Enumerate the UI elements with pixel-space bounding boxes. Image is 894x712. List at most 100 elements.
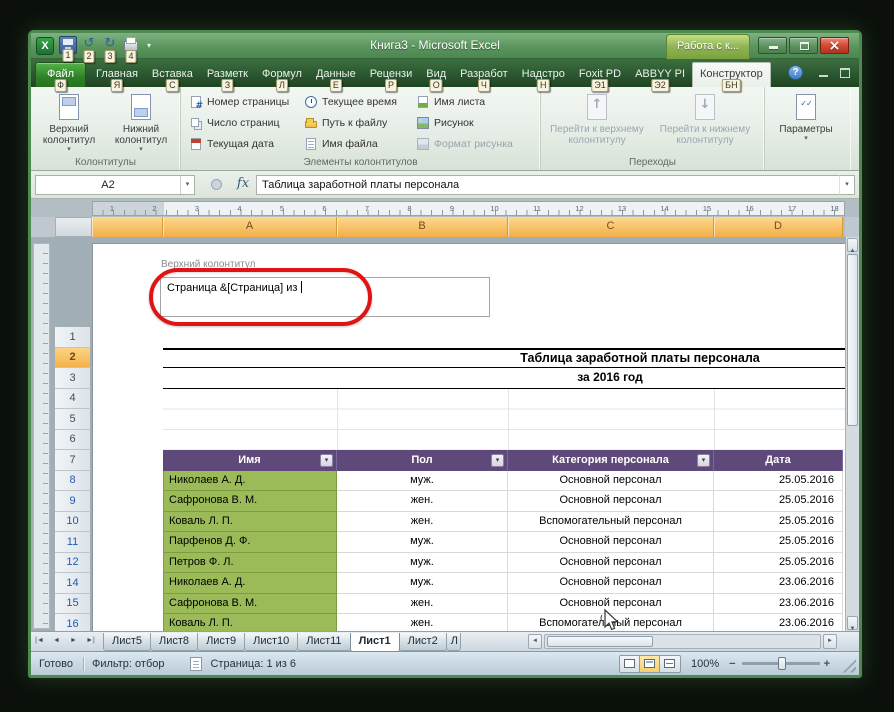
vertical-scrollbar[interactable] — [845, 237, 859, 631]
sheet-tab-Лист1[interactable]: Лист1 — [350, 633, 400, 652]
formula-bar-expand-icon[interactable]: ▾ — [839, 175, 855, 195]
row-header-12[interactable]: 12 — [55, 553, 91, 574]
row-header-8[interactable]: 8 — [55, 471, 91, 492]
ribbon-button-options[interactable]: Параметры▾ — [767, 90, 845, 142]
table-column-header-3[interactable]: Дата — [714, 450, 843, 471]
element-button-file-path[interactable]: Путь к файлу — [302, 112, 414, 133]
cell-name[interactable]: Петров Ф. Л. — [163, 553, 337, 574]
cell-gender[interactable]: жен. — [337, 491, 508, 512]
name-box[interactable]: A2 ▾ — [35, 175, 195, 195]
close-button[interactable] — [820, 37, 849, 54]
tab-Разметк[interactable]: РазметкЗ — [200, 63, 255, 87]
name-box-dropdown-icon[interactable]: ▾ — [180, 176, 194, 194]
column-header-B[interactable]: B — [337, 217, 508, 237]
table-subtitle[interactable]: за 2016 год — [163, 368, 859, 389]
cell-name[interactable]: Коваль Л. П. — [163, 614, 337, 631]
select-all-corner[interactable] — [55, 217, 92, 237]
excel-app-icon[interactable] — [36, 37, 54, 55]
cell-category[interactable]: Вспомогательный персонал — [508, 512, 714, 533]
table-column-header-0[interactable]: Имя — [163, 450, 337, 471]
row-header-14[interactable]: 14 — [55, 573, 91, 594]
element-button-file-name[interactable]: Имя файла — [302, 133, 414, 154]
row-header-5[interactable]: 5 — [55, 409, 91, 430]
previous-sheet-button[interactable] — [48, 633, 65, 650]
row-header-10[interactable]: 10 — [55, 512, 91, 533]
cell-date[interactable]: 23.06.2016 — [714, 573, 843, 594]
cell-name[interactable]: Сафронова В. М. — [163, 594, 337, 615]
redo-icon[interactable]: 3 — [101, 36, 119, 54]
row-header-16[interactable]: 16 — [55, 614, 91, 631]
last-sheet-button[interactable] — [82, 633, 99, 650]
zoom-slider-thumb[interactable] — [778, 657, 786, 670]
element-button-current-time[interactable]: Текущее время — [302, 91, 414, 112]
horizontal-scrollbar[interactable] — [544, 634, 821, 649]
workbook-minimize-icon[interactable] — [815, 65, 832, 80]
hscroll-left-icon[interactable] — [528, 634, 542, 649]
tab-Главная[interactable]: ГлавнаяЯ — [89, 63, 145, 87]
cell-category[interactable]: Основной персонал — [508, 532, 714, 553]
cell-date[interactable]: 25.05.2016 — [714, 471, 843, 492]
ribbon-button-footer[interactable]: Нижний колонтитул▾ — [105, 90, 177, 153]
cell-category[interactable]: Основной персонал — [508, 491, 714, 512]
sheet-tab-Лист8[interactable]: Лист8 — [150, 633, 198, 651]
cell-gender[interactable]: муж. — [337, 471, 508, 492]
vertical-scrollbar-thumb[interactable] — [847, 254, 858, 426]
ribbon-button-header[interactable]: Верхний колонтитул▾ — [33, 90, 105, 153]
next-sheet-button[interactable] — [65, 633, 82, 650]
column-header-C[interactable]: C — [508, 217, 714, 237]
first-sheet-button[interactable] — [31, 633, 48, 650]
zoom-out-button[interactable] — [729, 658, 735, 670]
tab-Формул[interactable]: ФормулЛ — [255, 63, 309, 87]
cell-gender[interactable]: жен. — [337, 614, 508, 631]
table-title[interactable]: Таблица заработной платы персонала — [163, 348, 859, 369]
element-button-page-number[interactable]: Номер страницы — [187, 91, 302, 112]
cell-name[interactable]: Парфенов Д. Ф. — [163, 532, 337, 553]
help-icon[interactable] — [788, 65, 803, 80]
hscroll-right-icon[interactable] — [823, 634, 837, 649]
tab-Foxit PD[interactable]: Foxit PDЭ1 — [572, 63, 628, 87]
restore-button[interactable] — [789, 37, 818, 54]
cell-gender[interactable]: жен. — [337, 594, 508, 615]
row-header-7[interactable]: 7 — [55, 450, 91, 471]
page-break-view-button[interactable] — [660, 656, 680, 672]
element-button-current-date[interactable]: Текущая дата — [187, 133, 302, 154]
sheet-tab-Лист5[interactable]: Лист5 — [103, 633, 151, 651]
element-button-sheet-name[interactable]: Имя листа — [414, 91, 536, 112]
row-header-3[interactable]: 3 — [55, 368, 91, 389]
horizontal-scrollbar-thumb[interactable] — [547, 636, 653, 647]
zoom-slider[interactable] — [742, 662, 820, 665]
row-header-2[interactable]: 2 — [55, 348, 91, 369]
row-header-6[interactable]: 6 — [55, 430, 91, 451]
print-icon[interactable]: 4 — [122, 36, 140, 54]
cell-gender[interactable]: муж. — [337, 553, 508, 574]
cell-name[interactable]: Коваль Л. П. — [163, 512, 337, 533]
scroll-down-icon[interactable] — [847, 616, 858, 630]
workbook-restore-icon[interactable] — [836, 65, 853, 80]
qat-customize-icon[interactable]: ▾ — [143, 41, 155, 50]
cell-date[interactable]: 25.05.2016 — [714, 553, 843, 574]
tab-Вставка[interactable]: ВставкаС — [145, 63, 200, 87]
cell-category[interactable]: Основной персонал — [508, 471, 714, 492]
element-button-page-count[interactable]: Число страниц — [187, 112, 302, 133]
zoom-in-button[interactable] — [824, 658, 830, 670]
save-icon[interactable]: 1 — [59, 36, 77, 54]
table-column-header-2[interactable]: Категория персонала — [508, 450, 714, 471]
scroll-up-icon[interactable] — [847, 238, 858, 252]
table-column-header-1[interactable]: Пол — [337, 450, 508, 471]
cell-date[interactable]: 25.05.2016 — [714, 512, 843, 533]
cell-category[interactable]: Основной персонал — [508, 553, 714, 574]
column-header-D[interactable]: D — [714, 217, 843, 237]
row-header-15[interactable]: 15 — [55, 594, 91, 615]
sheet-tab-Лист9[interactable]: Лист9 — [197, 633, 245, 651]
column-header-A[interactable]: A — [163, 217, 337, 237]
resize-grip[interactable] — [842, 659, 856, 673]
sheet-tab-Лист10[interactable]: Лист10 — [244, 633, 298, 651]
cell-date[interactable]: 25.05.2016 — [714, 491, 843, 512]
tab-Конструктор[interactable]: КонструкторБН — [692, 62, 771, 87]
cell-name[interactable]: Сафронова В. М. — [163, 491, 337, 512]
undo-icon[interactable]: 2 — [80, 36, 98, 54]
sheet-tab-Лист2[interactable]: Лист2 — [399, 633, 447, 651]
insert-function-button[interactable]: fx — [230, 175, 256, 195]
tab-Файл[interactable]: ФайлФ — [35, 62, 86, 87]
filter-dropdown-button[interactable]: ▾ — [697, 454, 710, 467]
